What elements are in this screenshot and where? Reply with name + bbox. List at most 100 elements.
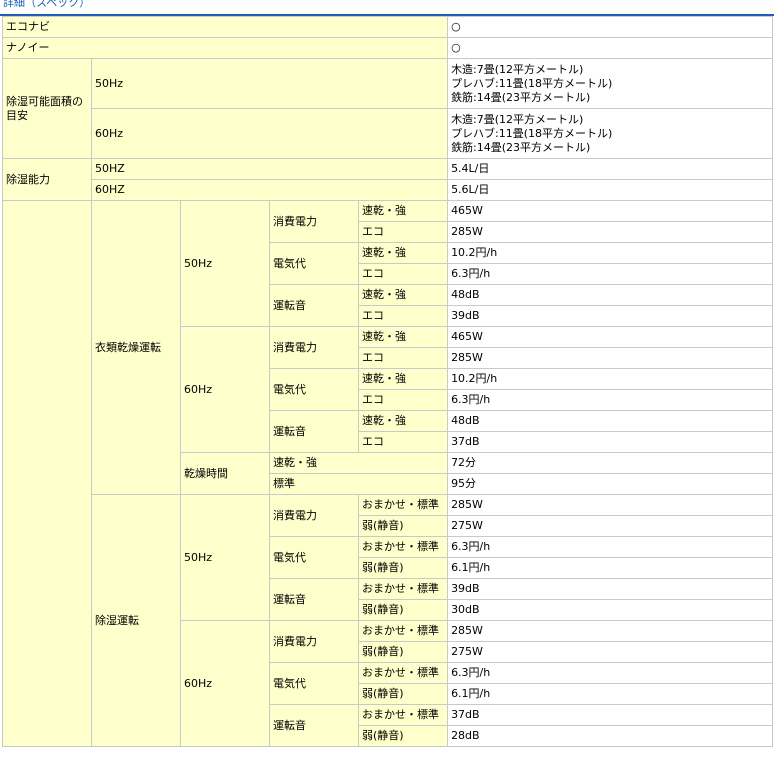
spec-value: 285W bbox=[447, 620, 774, 642]
clothes-60hz-power-label: 消費電力 bbox=[269, 326, 359, 369]
dehumid-60hz-noise-label: 運転音 bbox=[269, 704, 359, 747]
mode-label: 速乾・強 bbox=[357, 368, 449, 390]
mode-label: おまかせ・標準 bbox=[357, 620, 449, 642]
econavi-value: ○ bbox=[447, 16, 774, 38]
econavi-label: エコナビ bbox=[1, 16, 449, 38]
spec-row-capacity-60hz: 60HZ 5.6L/日 bbox=[3, 179, 774, 201]
capacity-50hz-label: 50HZ bbox=[90, 158, 449, 180]
spec-value: 39dB bbox=[447, 578, 774, 600]
dehumid-60hz-power-label: 消費電力 bbox=[269, 620, 359, 663]
mode-label: おまかせ・標準 bbox=[357, 578, 449, 600]
mode-label: エコ bbox=[357, 389, 449, 411]
spec-value: 95分 bbox=[447, 473, 774, 495]
mode-label: 弱(静音) bbox=[357, 599, 449, 621]
mode-label: 速乾・強 bbox=[357, 242, 449, 264]
spec-row-area-60hz: 60Hz 木造:7畳(12平方メートル) プレハブ:11畳(18平方メートル) … bbox=[3, 108, 774, 159]
spec-row-capacity-50hz: 除湿能力 50HZ 5.4L/日 bbox=[2, 158, 774, 201]
dehumid-60hz-label: 60Hz bbox=[180, 620, 270, 747]
capacity-50hz-value: 5.4L/日 bbox=[447, 158, 774, 180]
operation-group-cell bbox=[2, 200, 92, 747]
mode-label: おまかせ・標準 bbox=[357, 536, 449, 558]
spec-value: 10.2円/h bbox=[447, 242, 774, 264]
spec-value: 37dB bbox=[447, 431, 774, 453]
dehumid-60hz-cost-label: 電気代 bbox=[269, 662, 359, 705]
area-50hz-line: プレハブ:11畳(18平方メートル) bbox=[451, 76, 613, 90]
area-50hz-label: 50Hz bbox=[90, 58, 449, 109]
nanoe-value: ○ bbox=[447, 37, 774, 59]
spec-value: 39dB bbox=[447, 305, 774, 327]
dehumid-50hz-power-label: 消費電力 bbox=[269, 494, 359, 537]
mode-label: 速乾・強 bbox=[357, 326, 449, 348]
mode-label: エコ bbox=[357, 431, 449, 453]
spec-row: 衣類乾燥運転 50Hz 消費電力 速乾・強 465W bbox=[2, 200, 774, 747]
clothes-50hz-noise-label: 運転音 bbox=[269, 284, 359, 327]
spec-value: 275W bbox=[447, 641, 774, 663]
area-60hz-line: 鉄筋:14畳(23平方メートル) bbox=[451, 140, 591, 154]
mode-label: おまかせ・標準 bbox=[357, 494, 449, 516]
mode-label: 弱(静音) bbox=[357, 557, 449, 579]
mode-label: エコ bbox=[357, 305, 449, 327]
spec-value: 28dB bbox=[447, 725, 774, 747]
clothes-50hz-label: 50Hz bbox=[180, 200, 270, 327]
capacity-60hz-value: 5.6L/日 bbox=[447, 179, 774, 201]
dehumid-50hz-noise-label: 運転音 bbox=[269, 578, 359, 621]
spec-value: 465W bbox=[447, 200, 774, 222]
spec-value: 285W bbox=[447, 221, 774, 243]
spec-value: 465W bbox=[447, 326, 774, 348]
area-50hz-line: 鉄筋:14畳(23平方メートル) bbox=[451, 90, 591, 104]
area-60hz-label: 60Hz bbox=[90, 108, 449, 159]
mode-label: エコ bbox=[357, 347, 449, 369]
mode-label: 弱(静音) bbox=[357, 683, 449, 705]
spec-value: 6.3円/h bbox=[447, 389, 774, 411]
dehumid-50hz-cost-label: 電気代 bbox=[269, 536, 359, 579]
spec-value: 285W bbox=[447, 494, 774, 516]
mode-label: 速乾・強 bbox=[357, 410, 449, 432]
spec-value: 37dB bbox=[447, 704, 774, 726]
spec-row-area-50hz: 除湿可能面積の目安 50Hz 木造:7畳(12平方メートル) プレハブ:11畳(… bbox=[2, 58, 774, 159]
clothes-drying-label: 衣類乾燥運転 bbox=[91, 200, 181, 495]
spec-value: 48dB bbox=[447, 284, 774, 306]
mode-label: 速乾・強 bbox=[268, 452, 449, 474]
spec-value: 6.1円/h bbox=[447, 683, 774, 705]
capacity-60hz-label: 60HZ bbox=[90, 179, 449, 201]
section-header: 詳細（スペック） bbox=[0, 0, 774, 16]
spec-value: 6.3円/h bbox=[447, 536, 774, 558]
clothes-50hz-cost-label: 電気代 bbox=[269, 242, 359, 285]
clothes-60hz-label: 60Hz bbox=[180, 326, 270, 453]
spec-value: 285W bbox=[447, 347, 774, 369]
spec-value: 275W bbox=[447, 515, 774, 537]
section-title: 詳細（スペック） bbox=[3, 0, 91, 9]
mode-label: エコ bbox=[357, 263, 449, 285]
capacity-label: 除湿能力 bbox=[2, 158, 92, 201]
spec-row: 除湿運転 50Hz 消費電力 おまかせ・標準 285W bbox=[3, 494, 774, 747]
clothes-60hz-cost-label: 電気代 bbox=[269, 368, 359, 411]
spec-row-econavi: エコナビ ○ bbox=[1, 16, 774, 38]
area-50hz-value: 木造:7畳(12平方メートル) プレハブ:11畳(18平方メートル) 鉄筋:14… bbox=[447, 58, 774, 109]
mode-label: 速乾・強 bbox=[357, 284, 449, 306]
nanoe-label: ナノイー bbox=[1, 37, 449, 59]
dehumid-50hz-label: 50Hz bbox=[180, 494, 270, 621]
spec-value: 10.2円/h bbox=[447, 368, 774, 390]
mode-label: 弱(静音) bbox=[357, 725, 449, 747]
spec-row-nanoe: ナノイー ○ bbox=[1, 37, 774, 59]
clothes-50hz-power-label: 消費電力 bbox=[269, 200, 359, 243]
spec-value: 6.3円/h bbox=[447, 662, 774, 684]
area-60hz-line: プレハブ:11畳(18平方メートル) bbox=[451, 126, 613, 140]
area-60hz-value: 木造:7畳(12平方メートル) プレハブ:11畳(18平方メートル) 鉄筋:14… bbox=[447, 108, 774, 159]
spec-table: エコナビ ○ ナノイー ○ 除湿可能面積の目安 50Hz 木造:7畳(12平方メ… bbox=[1, 16, 774, 747]
spec-value: 30dB bbox=[447, 599, 774, 621]
dehumid-label: 除湿運転 bbox=[91, 494, 181, 747]
area-label: 除湿可能面積の目安 bbox=[2, 58, 92, 159]
area-60hz-line: 木造:7畳(12平方メートル) bbox=[451, 112, 584, 126]
mode-label: 弱(静音) bbox=[357, 515, 449, 537]
mode-label: 速乾・強 bbox=[357, 200, 449, 222]
spec-value: 6.1円/h bbox=[447, 557, 774, 579]
mode-label: おまかせ・標準 bbox=[357, 662, 449, 684]
drying-time-label: 乾燥時間 bbox=[180, 452, 270, 495]
spec-value: 48dB bbox=[447, 410, 774, 432]
mode-label: エコ bbox=[357, 221, 449, 243]
mode-label: 弱(静音) bbox=[357, 641, 449, 663]
spec-value: 6.3円/h bbox=[447, 263, 774, 285]
mode-label: 標準 bbox=[268, 473, 449, 495]
mode-label: おまかせ・標準 bbox=[357, 704, 449, 726]
